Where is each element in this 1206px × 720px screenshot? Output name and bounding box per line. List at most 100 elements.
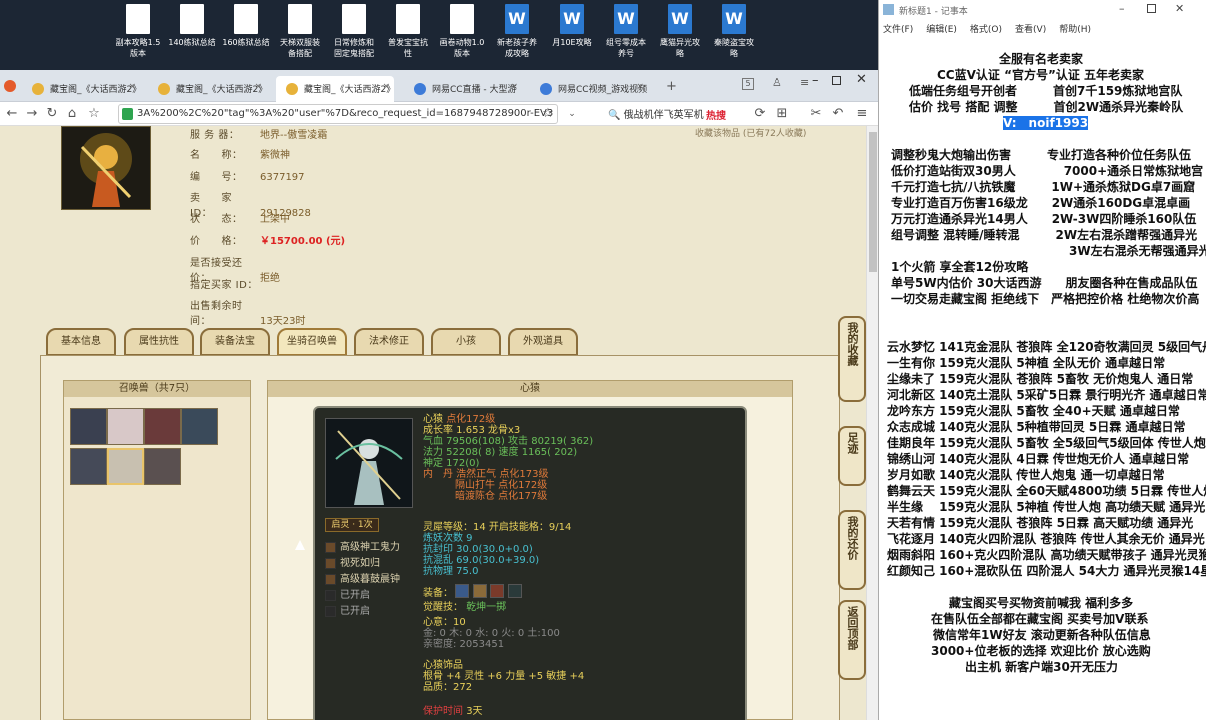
apps-icon[interactable]: ⊞ bbox=[774, 106, 790, 122]
maximize-icon[interactable] bbox=[832, 76, 841, 85]
desktop-file-icon[interactable]: 日常修炼和 固定鬼搭配 bbox=[328, 4, 380, 59]
tab-close-icon[interactable]: × bbox=[636, 82, 644, 92]
notepad-menu-item[interactable]: 查看(V) bbox=[1015, 25, 1046, 35]
back-icon[interactable]: ← bbox=[4, 106, 20, 122]
side-button[interactable]: 足迹 bbox=[838, 426, 866, 486]
browser-tab[interactable]: 藏宝阁_《大话西游2》 × bbox=[22, 76, 140, 102]
browser-tab[interactable]: 藏宝阁_《大话西游2》 × bbox=[276, 76, 394, 102]
notepad-line: 半生缘 159克火混队 5神植 传世人炮 高功绩天赋 通异光 bbox=[887, 500, 1206, 514]
browser-tab[interactable]: 网易CC直播 - 大型游 × bbox=[404, 76, 522, 102]
hot-search-badge[interactable]: 热搜 bbox=[706, 107, 726, 122]
word-document-icon: W bbox=[614, 4, 638, 34]
desktop-file-icon[interactable]: W 组号零成本 养号 bbox=[600, 4, 652, 59]
menu-icon[interactable]: ≡ bbox=[854, 106, 870, 122]
desktop-file-icon[interactable]: 普发宝宝抗性 bbox=[382, 4, 434, 59]
pet-thumbnail[interactable] bbox=[144, 448, 181, 485]
pet-thumbnail[interactable] bbox=[107, 408, 144, 445]
undo-icon[interactable]: ↶ bbox=[830, 106, 846, 122]
sync-icon[interactable]: ⟳ bbox=[752, 106, 768, 122]
page-tab[interactable]: 外观道具 bbox=[508, 328, 578, 356]
side-button[interactable]: 返回顶部 bbox=[838, 600, 866, 680]
page-scrollbar[interactable] bbox=[866, 126, 878, 720]
pet-thumbnail[interactable] bbox=[181, 408, 218, 445]
close-window-icon[interactable]: ✕ bbox=[856, 72, 867, 87]
side-button[interactable]: 我的还价 bbox=[838, 510, 866, 590]
protect-value: 3天 bbox=[466, 706, 483, 717]
tab-close-icon[interactable]: × bbox=[128, 82, 136, 92]
browser-tab[interactable]: 网易CC视频_游戏视频 × bbox=[530, 76, 648, 102]
page-tab[interactable]: 属性抗性 bbox=[124, 328, 194, 356]
equip-slot-icon[interactable] bbox=[455, 584, 469, 598]
bookmark-star-icon[interactable]: ☆ bbox=[540, 106, 556, 122]
desktop-file-icon[interactable]: 副本攻略1.5 版本 bbox=[112, 4, 164, 59]
star-icon[interactable]: ☆ bbox=[86, 106, 102, 122]
new-tab-icon[interactable]: + bbox=[666, 79, 677, 94]
minimize-icon[interactable]: – bbox=[1119, 2, 1125, 15]
equip-slot-icon[interactable] bbox=[472, 584, 487, 598]
text-document-icon bbox=[450, 4, 474, 34]
pet-skill[interactable]: 高级神工鬼力 bbox=[325, 538, 400, 553]
notepad-line: 1个火箭 享全套12份攻略 bbox=[891, 260, 1029, 274]
close-icon[interactable]: ✕ bbox=[1175, 2, 1184, 15]
desktop-file-label: 养号 bbox=[618, 49, 634, 58]
desktop-file-icon[interactable]: W 新老孩子养 成攻略 bbox=[491, 4, 543, 59]
cbg-logo-icon bbox=[32, 83, 44, 95]
side-button[interactable]: 我的收藏 bbox=[838, 316, 866, 402]
address-input[interactable]: 3A%200%2C%20"tag"%3A%20"user"%7D&reco_re… bbox=[118, 104, 558, 124]
desktop-file-icon[interactable]: 天梯双服装 备搭配 bbox=[274, 4, 326, 59]
minimize-icon[interactable]: – bbox=[812, 73, 819, 88]
pet-skill[interactable]: 已开启 bbox=[325, 602, 370, 617]
pet-thumbnail[interactable] bbox=[144, 408, 181, 445]
desktop-file-icon[interactable]: 画卷动物1.0 版本 bbox=[436, 4, 488, 59]
forward-icon[interactable]: → bbox=[24, 106, 40, 122]
page-tab[interactable]: 小孩 bbox=[431, 328, 501, 356]
pet-skill[interactable]: 高级暮鼓晨钟 bbox=[325, 570, 400, 585]
notepad-menu-item[interactable]: 编辑(E) bbox=[926, 25, 957, 35]
tab-close-icon[interactable]: × bbox=[382, 82, 390, 92]
scissors-icon[interactable]: ✂ bbox=[808, 106, 824, 122]
desktop-file-icon[interactable]: 160练狱总结 bbox=[220, 4, 272, 48]
pet-skill[interactable]: 已开启 bbox=[325, 586, 370, 601]
pet-skill[interactable]: 视死如归 bbox=[325, 554, 380, 569]
desktop-file-label: 略 bbox=[676, 49, 684, 58]
notepad-menu-item[interactable]: 格式(O) bbox=[970, 25, 1002, 35]
equip-slot-icon[interactable] bbox=[490, 584, 504, 598]
qinmi: 亲密度: 2053451 bbox=[423, 639, 505, 650]
desktop-file-icon[interactable]: W 鹰猫异光攻略 bbox=[654, 4, 706, 59]
desktop-file-label: 副本攻略1.5 bbox=[115, 38, 161, 47]
favorite-link[interactable]: 收藏该物品 (已有72人收藏) bbox=[695, 126, 806, 139]
item-field-row: 指定买家 ID： bbox=[190, 276, 260, 291]
tab-count-badge[interactable]: 5 bbox=[742, 78, 754, 90]
shirt-icon[interactable]: ♙ bbox=[772, 76, 782, 89]
page-tab[interactable]: 装备法宝 bbox=[200, 328, 270, 356]
side-button-label: 足迹 bbox=[846, 432, 859, 454]
tab-close-icon[interactable]: × bbox=[510, 82, 518, 92]
menu-icon[interactable]: ≡ bbox=[800, 76, 809, 89]
item-field-label: 服 务 器： bbox=[190, 130, 240, 141]
notepad-line: 单号5W内估价 30大话西游 朋友圈各种在售成品队伍 bbox=[891, 276, 1198, 290]
pet-thumbnail[interactable] bbox=[107, 448, 144, 485]
home-icon[interactable]: ⌂ bbox=[64, 106, 80, 122]
pet-thumbnail[interactable] bbox=[70, 408, 107, 445]
notepad-menu-item[interactable]: 帮助(H) bbox=[1059, 25, 1091, 35]
page-tab[interactable]: 基本信息 bbox=[46, 328, 116, 356]
dropdown-icon[interactable]: ⌄ bbox=[564, 106, 580, 122]
desktop-file-icon[interactable]: 140练狱总结 bbox=[166, 4, 218, 48]
page-tab[interactable]: 坐骑召唤兽 bbox=[277, 328, 347, 356]
page-tab[interactable]: 法术修正 bbox=[354, 328, 424, 356]
desktop-file-icon[interactable]: W 秦陵盗宝攻略 bbox=[708, 4, 760, 59]
desktop-file-icon[interactable]: W 月10E攻略 bbox=[546, 4, 598, 48]
equip-slot-icon[interactable] bbox=[507, 584, 522, 598]
tab-close-icon[interactable]: × bbox=[254, 82, 262, 92]
refresh-icon[interactable]: ↻ bbox=[44, 106, 60, 122]
desktop-file-label: 160练狱总结 bbox=[222, 38, 270, 47]
search-icon: 🔍 bbox=[608, 110, 621, 121]
desktop-file-label: 画卷动物1.0 bbox=[439, 38, 485, 47]
notepad-line: 一生有你 159克火混队 5神植 全队无价 通卓越日常 bbox=[887, 356, 1166, 370]
maximize-icon[interactable] bbox=[1147, 4, 1156, 13]
pet-thumbnail[interactable] bbox=[70, 448, 107, 485]
desktop-file-label: 秦陵盗宝攻 bbox=[714, 38, 754, 47]
scrollbar-thumb[interactable] bbox=[869, 132, 877, 272]
notepad-menu-item[interactable]: 文件(F) bbox=[883, 25, 913, 35]
browser-tab[interactable]: 藏宝阁_《大话西游2》 × bbox=[148, 76, 266, 102]
